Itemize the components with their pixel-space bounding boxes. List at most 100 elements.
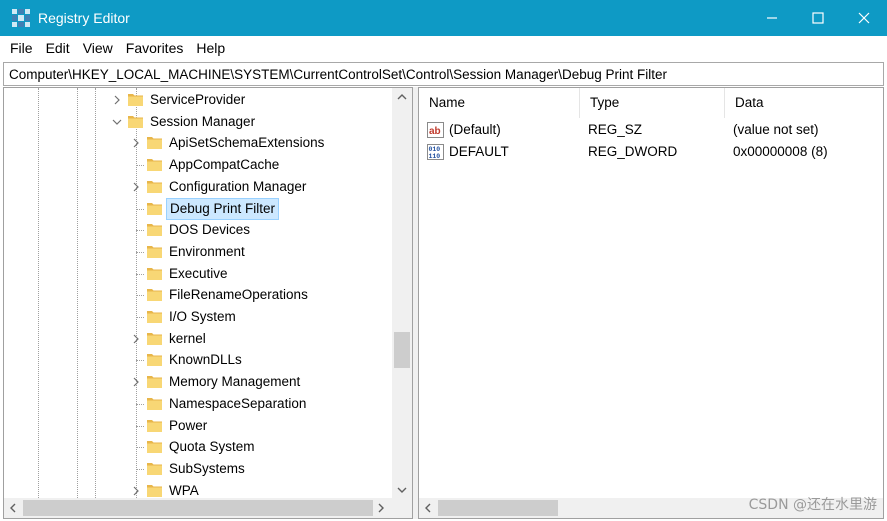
folder-icon bbox=[147, 484, 162, 497]
tree-horizontal-scrollbar[interactable] bbox=[4, 498, 412, 518]
minimize-icon bbox=[767, 17, 777, 19]
value-row[interactable]: 010 110 DEFAULT REG_DWORD 0x00000008 (8) bbox=[419, 141, 883, 163]
chevron-right-icon bbox=[133, 377, 139, 387]
folder-icon bbox=[147, 354, 162, 367]
scroll-thumb[interactable] bbox=[438, 500, 558, 516]
column-header-data[interactable]: Data bbox=[725, 88, 883, 118]
scroll-thumb[interactable] bbox=[23, 500, 373, 516]
tree-connector bbox=[136, 360, 144, 362]
tree-item[interactable]: Environment bbox=[4, 241, 392, 263]
tree-expand-button[interactable] bbox=[129, 135, 143, 151]
tree-item[interactable]: Debug Print Filter bbox=[4, 197, 392, 220]
tree-item-label: AppCompatCache bbox=[169, 157, 280, 173]
tree-expand-button[interactable] bbox=[129, 374, 143, 390]
folder-icon bbox=[147, 202, 162, 215]
tree-expand-button[interactable] bbox=[129, 179, 143, 195]
tree-expand-button[interactable] bbox=[129, 331, 143, 347]
binary-value-icon: 010 110 bbox=[427, 144, 444, 160]
minimize-button[interactable] bbox=[749, 0, 795, 36]
chevron-right-icon bbox=[133, 486, 139, 496]
column-header-type[interactable]: Type bbox=[580, 88, 725, 118]
folder-icon bbox=[147, 441, 162, 454]
scroll-left-button[interactable] bbox=[419, 498, 437, 518]
tree-item[interactable]: Executive bbox=[4, 263, 392, 285]
value-data: 0x00000008 (8) bbox=[733, 144, 828, 159]
tree-item[interactable]: kernel bbox=[4, 328, 392, 350]
chevron-right-icon bbox=[378, 503, 384, 513]
tree-item[interactable]: Session Manager bbox=[4, 111, 392, 133]
tree-connector bbox=[136, 273, 144, 275]
tree-item[interactable]: Configuration Manager bbox=[4, 176, 392, 198]
tree-item[interactable]: SubSystems bbox=[4, 458, 392, 480]
tree-item[interactable]: AppCompatCache bbox=[4, 154, 392, 176]
tree-item[interactable]: FileRenameOperations bbox=[4, 284, 392, 306]
title-bar: Registry Editor bbox=[0, 0, 887, 36]
menu-view[interactable]: View bbox=[77, 40, 120, 56]
value-data: (value not set) bbox=[733, 122, 819, 137]
tree-connector bbox=[136, 295, 144, 297]
watermark: CSDN @还在水里游 bbox=[748, 497, 877, 513]
window-title: Registry Editor bbox=[38, 10, 130, 26]
tree-connector bbox=[136, 425, 144, 427]
chevron-down-icon bbox=[112, 119, 122, 125]
tree-item[interactable]: I/O System bbox=[4, 306, 392, 328]
chevron-right-icon bbox=[133, 182, 139, 192]
value-type: REG_DWORD bbox=[588, 144, 678, 159]
tree-expand-button[interactable] bbox=[110, 92, 124, 108]
menu-favorites[interactable]: Favorites bbox=[120, 40, 191, 56]
tree-item[interactable]: Quota System bbox=[4, 436, 392, 458]
maximize-button[interactable] bbox=[795, 0, 841, 36]
tree-item[interactable]: Power bbox=[4, 415, 392, 437]
menu-bar: File Edit View Favorites Help bbox=[0, 36, 887, 60]
close-button[interactable] bbox=[841, 0, 887, 36]
tree-item[interactable]: ApiSetSchemaExtensions bbox=[4, 132, 392, 154]
tree-connector bbox=[136, 468, 144, 470]
tree-connector bbox=[136, 317, 144, 318]
folder-icon bbox=[147, 159, 162, 172]
tree-item-label: SubSystems bbox=[169, 460, 245, 476]
tree-vertical-scrollbar[interactable] bbox=[392, 88, 412, 498]
folder-icon bbox=[147, 245, 162, 258]
tree-expand-button[interactable] bbox=[129, 483, 143, 498]
string-value-icon: ab bbox=[427, 122, 444, 138]
tree-connector bbox=[136, 208, 144, 210]
scroll-down-button[interactable] bbox=[392, 481, 412, 498]
tree-item[interactable]: KnownDLLs bbox=[4, 349, 392, 371]
menu-edit[interactable]: Edit bbox=[40, 40, 77, 56]
svg-text:110: 110 bbox=[429, 153, 441, 160]
registry-editor-icon bbox=[12, 9, 30, 27]
address-bar[interactable]: Computer\HKEY_LOCAL_MACHINE\SYSTEM\Curre… bbox=[3, 62, 884, 86]
tree-item[interactable]: DOS Devices bbox=[4, 219, 392, 241]
scroll-up-button[interactable] bbox=[392, 88, 412, 105]
tree-item-label: Quota System bbox=[169, 439, 255, 455]
tree-item[interactable]: NamespaceSeparation bbox=[4, 393, 392, 415]
chevron-right-icon bbox=[133, 138, 139, 148]
chevron-right-icon bbox=[133, 334, 139, 344]
tree-item[interactable]: ServiceProvider bbox=[4, 89, 392, 111]
folder-icon bbox=[147, 224, 162, 237]
tree-item-label: kernel bbox=[169, 330, 206, 346]
scroll-left-button[interactable] bbox=[4, 498, 22, 518]
tree-item-label: Debug Print Filter bbox=[166, 197, 280, 220]
tree-collapse-button[interactable] bbox=[110, 114, 124, 130]
key-tree-pane: ServiceProvider Session Manager ApiSetSche… bbox=[3, 87, 413, 519]
value-row[interactable]: ab (Default) REG_SZ (value not set) bbox=[419, 119, 883, 141]
address-path: Computer\HKEY_LOCAL_MACHINE\SYSTEM\Curre… bbox=[9, 66, 668, 82]
tree-item[interactable]: Memory Management bbox=[4, 371, 392, 393]
scroll-right-button[interactable] bbox=[372, 498, 390, 518]
menu-file[interactable]: File bbox=[4, 40, 40, 56]
column-header-name[interactable]: Name bbox=[419, 88, 580, 118]
tree-item-label: Session Manager bbox=[150, 113, 256, 129]
folder-icon bbox=[147, 419, 162, 432]
tree-connector bbox=[136, 251, 144, 253]
scroll-thumb[interactable] bbox=[394, 332, 410, 368]
menu-help[interactable]: Help bbox=[190, 40, 232, 56]
tree-item-label: WPA bbox=[169, 482, 199, 498]
tree-item-label: DOS Devices bbox=[169, 222, 251, 238]
tree-item-label: Memory Management bbox=[169, 374, 301, 390]
tree-connector bbox=[136, 165, 144, 167]
maximize-icon bbox=[812, 12, 824, 24]
folder-icon bbox=[128, 115, 143, 128]
tree-item[interactable]: WPA bbox=[4, 480, 392, 498]
column-headers: Name Type Data bbox=[419, 88, 883, 118]
